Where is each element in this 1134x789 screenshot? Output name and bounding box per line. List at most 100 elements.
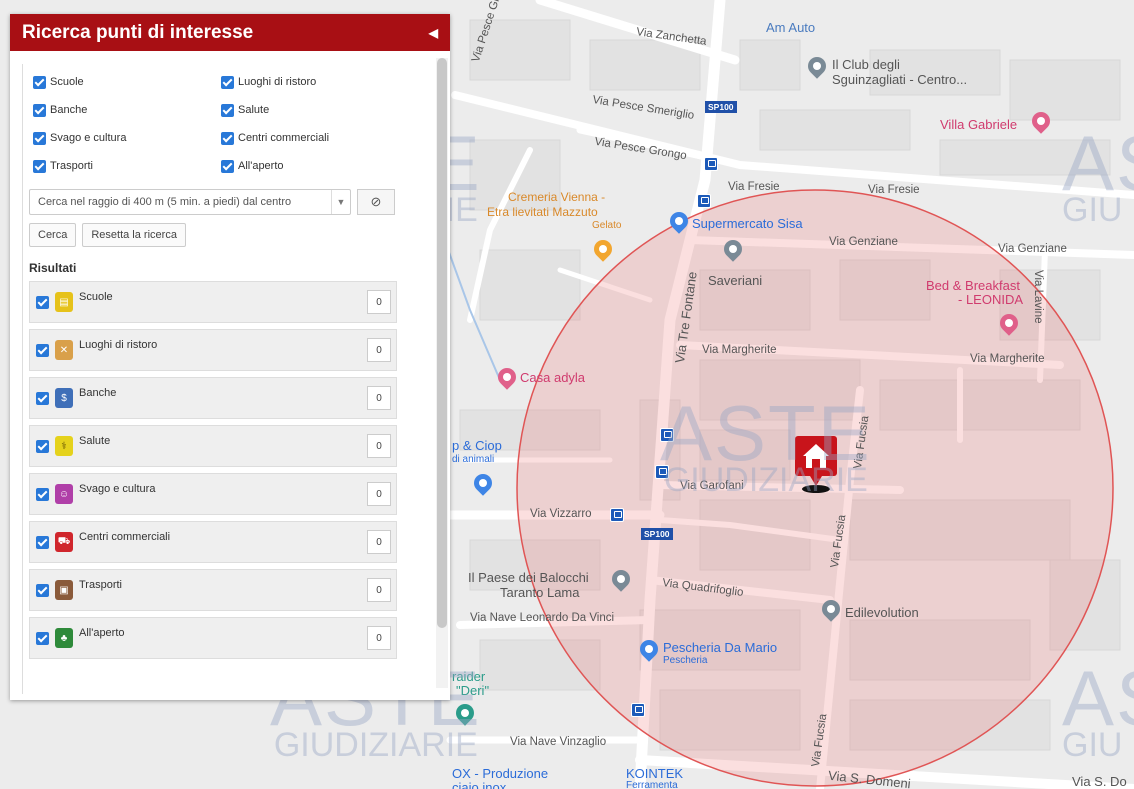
poi-category: Ferramenta	[626, 780, 678, 789]
result-count: 0	[367, 626, 391, 650]
panel-body: Scuole Luoghi di ristoro Banche Salute S…	[22, 64, 422, 694]
cart-icon: ⛟	[55, 532, 73, 552]
road-shield: SP100	[641, 528, 673, 540]
bus-stop-icon[interactable]	[610, 508, 624, 522]
checkbox-checked-icon[interactable]	[36, 439, 49, 453]
checkbox-checked-icon[interactable]	[221, 159, 234, 173]
result-row-ristoro[interactable]: ✕ Luoghi di ristoro 0	[29, 329, 397, 371]
poi-label[interactable]: Etra lievitati Mazzuto	[487, 205, 598, 219]
poi-label[interactable]: p & Ciop	[452, 438, 502, 453]
result-row-trasporti[interactable]: ▣ Trasporti 0	[29, 569, 397, 611]
bank-icon: $	[55, 388, 73, 408]
poi-label[interactable]: Sguinzagliati - Centro...	[832, 72, 967, 87]
category-checkbox-salute[interactable]: Salute	[221, 102, 421, 118]
poi-label[interactable]: Casa adyla	[520, 370, 585, 385]
result-count: 0	[367, 578, 391, 602]
category-checkbox-svago[interactable]: Svago e cultura	[33, 130, 221, 146]
results-list: ▤ Scuole 0 ✕ Luoghi di ristoro 0 $ Banch…	[23, 281, 422, 659]
result-row-commerciali[interactable]: ⛟ Centri commerciali 0	[29, 521, 397, 563]
checkbox-checked-icon[interactable]	[33, 159, 46, 173]
search-button[interactable]: Cerca	[29, 223, 77, 247]
road-label: Via Lavine	[1032, 270, 1044, 324]
category-checkbox-trasporti[interactable]: Trasporti	[33, 158, 221, 174]
poi-label[interactable]: Supermercato Sisa	[692, 216, 803, 231]
bus-stop-icon[interactable]	[697, 194, 711, 208]
road-label: Via Genziane	[829, 236, 898, 248]
poi-label[interactable]: raider	[452, 669, 485, 684]
radius-select[interactable]: Cerca nel raggio di 400 m (5 min. a pied…	[29, 189, 351, 215]
poi-label[interactable]: Edilevolution	[845, 605, 919, 620]
result-count: 0	[367, 386, 391, 410]
poi-label[interactable]: OX - Produzione	[452, 766, 548, 781]
road-shield: SP100	[705, 101, 737, 113]
checkbox-checked-icon[interactable]	[36, 487, 49, 501]
category-checkbox-ristoro[interactable]: Luoghi di ristoro	[221, 74, 421, 90]
poi-category: Gelato	[592, 220, 622, 231]
checkbox-checked-icon[interactable]	[36, 535, 49, 549]
category-checkbox-scuole[interactable]: Scuole	[33, 74, 221, 90]
poi-label[interactable]: ciaio inox	[452, 780, 506, 789]
category-filters: Scuole Luoghi di ristoro Banche Salute S…	[23, 64, 422, 174]
result-row-banche[interactable]: $ Banche 0	[29, 377, 397, 419]
reset-search-button[interactable]: Resetta la ricerca	[82, 223, 186, 247]
bus-stop-icon[interactable]	[704, 157, 718, 171]
bus-stop-icon[interactable]	[631, 703, 645, 717]
result-row-svago[interactable]: ☺ Svago e cultura 0	[29, 473, 397, 515]
poi-label[interactable]: Am Auto	[766, 20, 815, 35]
panel-header: Ricerca punti di interesse ◀	[10, 14, 450, 51]
poi-label[interactable]: Villa Gabriele	[940, 117, 1017, 132]
poi-label[interactable]: KOINTEK	[626, 766, 683, 781]
poi-label[interactable]: "Deri"	[456, 683, 489, 698]
road-label: Via Vizzarro	[530, 508, 592, 520]
checkbox-checked-icon[interactable]	[36, 343, 49, 357]
poi-label[interactable]: Il Club degli	[832, 57, 900, 72]
theater-icon: ☺	[55, 484, 73, 504]
result-count: 0	[367, 530, 391, 554]
checkbox-checked-icon[interactable]	[36, 295, 49, 309]
result-count: 0	[367, 338, 391, 362]
poi-label[interactable]: Pescheria Da Mario	[663, 640, 777, 655]
checkbox-checked-icon[interactable]	[221, 131, 234, 145]
collapse-panel-icon[interactable]: ◀	[429, 26, 438, 40]
checkbox-checked-icon[interactable]	[221, 103, 234, 117]
result-count: 0	[367, 434, 391, 458]
tree-icon: ♣	[55, 628, 73, 648]
poi-label[interactable]: - LEONIDA	[958, 292, 1023, 307]
category-checkbox-banche[interactable]: Banche	[33, 102, 221, 118]
poi-label[interactable]: Taranto Lama	[500, 585, 580, 600]
checkbox-checked-icon[interactable]	[33, 103, 46, 117]
panel-scrollbar[interactable]	[436, 58, 448, 688]
category-checkbox-commerciali[interactable]: Centri commerciali	[221, 130, 421, 146]
result-row-salute[interactable]: ⚕ Salute 0	[29, 425, 397, 467]
road-label: Via Nave Leonardo Da Vinci	[470, 612, 615, 624]
road-label: Via Nave Vinzaglio	[510, 736, 607, 748]
checkbox-checked-icon[interactable]	[33, 131, 46, 145]
property-marker-icon[interactable]	[793, 434, 839, 494]
bus-icon: ▣	[55, 580, 73, 600]
checkbox-checked-icon[interactable]	[33, 75, 46, 89]
category-checkbox-aperto[interactable]: All'aperto	[221, 158, 421, 174]
poi-label[interactable]: Il Paese dei Balocchi	[468, 570, 589, 585]
school-icon: ▤	[55, 292, 73, 312]
road-label: Via Garofani	[680, 480, 744, 492]
result-row-scuole[interactable]: ▤ Scuole 0	[29, 281, 397, 323]
bus-stop-icon[interactable]	[655, 465, 669, 479]
scrollbar-thumb[interactable]	[437, 58, 447, 628]
bus-stop-icon[interactable]	[660, 428, 674, 442]
poi-label[interactable]: Cremeria Vienna -	[508, 190, 605, 204]
poi-label[interactable]: Saveriani	[708, 273, 762, 288]
checkbox-checked-icon[interactable]	[36, 583, 49, 597]
eye-slash-icon: ⊘	[370, 194, 382, 209]
result-row-aperto[interactable]: ♣ All'aperto 0	[29, 617, 397, 659]
chevron-down-icon[interactable]: ▼	[331, 190, 350, 214]
poi-category: di animali	[452, 454, 495, 465]
poi-label[interactable]: Bed & Breakfast	[926, 278, 1020, 293]
checkbox-checked-icon[interactable]	[36, 631, 49, 645]
checkbox-checked-icon[interactable]	[36, 391, 49, 405]
road-label: Via Fresie	[728, 181, 780, 193]
results-title: Risultati	[29, 261, 77, 275]
health-icon: ⚕	[55, 436, 73, 456]
toggle-visibility-button[interactable]: ⊘	[357, 189, 395, 215]
checkbox-checked-icon[interactable]	[221, 75, 234, 89]
poi-search-panel: Ricerca punti di interesse ◀ Scuole Luog…	[10, 14, 450, 700]
